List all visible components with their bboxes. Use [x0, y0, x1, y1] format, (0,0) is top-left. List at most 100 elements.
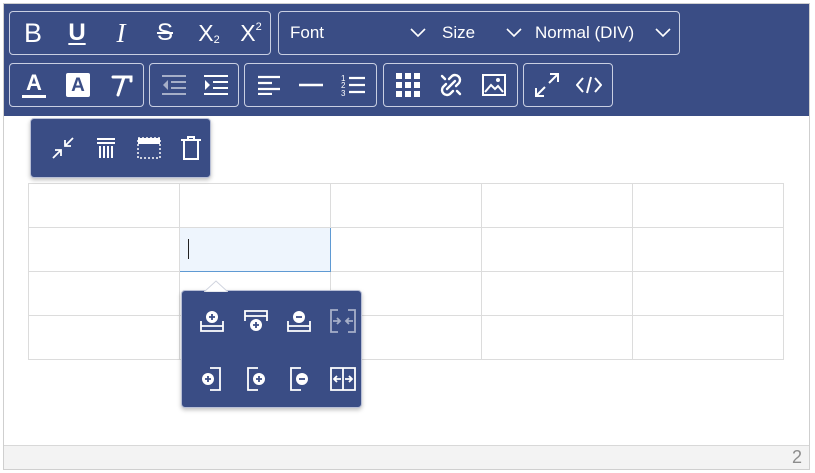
insert-row-above-icon: [200, 311, 224, 332]
shrink-table-button[interactable]: [43, 128, 83, 168]
block-format-select[interactable]: Normal (DIV): [535, 12, 671, 54]
indent-group: [149, 63, 239, 107]
insert-column-left-button[interactable]: [192, 359, 232, 399]
table-border-icon: [137, 137, 161, 159]
table-row: [28, 227, 784, 272]
table-button[interactable]: [388, 64, 428, 106]
table-cell[interactable]: [481, 315, 633, 360]
table-cell[interactable]: [481, 271, 633, 316]
unlink-icon: [440, 73, 462, 97]
size-select-label: Size: [442, 23, 476, 42]
table-cell[interactable]: [632, 271, 784, 316]
text-format-group: B U I S X2 X2: [9, 11, 271, 55]
table-cell[interactable]: [481, 227, 633, 272]
table-icon: [396, 73, 420, 97]
delete-table-button[interactable]: [171, 128, 211, 168]
source-code-icon: [576, 76, 602, 94]
table-border-button[interactable]: [129, 128, 169, 168]
unlink-button[interactable]: [431, 64, 471, 106]
table-popup: [30, 118, 211, 178]
table-cell[interactable]: [632, 315, 784, 360]
table-cell[interactable]: [28, 271, 180, 316]
toolbar: B U I S X2 X2 Font Size Normal (DIV) A A…: [4, 4, 809, 116]
insert-column-right-button[interactable]: [236, 359, 276, 399]
delete-row-button[interactable]: [279, 301, 319, 341]
block-format-select-label: Normal (DIV): [535, 23, 635, 42]
insert-column-left-icon: [202, 367, 221, 391]
insert-column-right-icon: [247, 367, 265, 391]
indent-icon: [204, 75, 228, 95]
image-icon: [482, 74, 506, 96]
strikethrough-button[interactable]: S: [146, 12, 184, 54]
chevron-down-icon: [410, 28, 426, 38]
source-code-button[interactable]: [569, 64, 609, 106]
bold-button[interactable]: B: [14, 12, 52, 54]
text-caret: [188, 239, 189, 259]
chevron-down-icon: [655, 28, 671, 38]
status-bar: 2: [4, 445, 809, 469]
insert-group: [383, 63, 518, 107]
image-button[interactable]: [474, 64, 514, 106]
outdent-icon: [162, 75, 186, 95]
split-cell-icon: [330, 367, 356, 391]
font-select[interactable]: Font: [290, 12, 426, 54]
table-cell[interactable]: [330, 227, 482, 272]
background-color-icon: A: [66, 73, 90, 97]
table-cell[interactable]: [179, 183, 331, 228]
size-select[interactable]: Size: [442, 12, 522, 54]
delete-table-icon: [181, 136, 201, 160]
clear-format-button[interactable]: [102, 64, 142, 106]
insert-row-below-button[interactable]: [236, 301, 276, 341]
character-count: 2: [791, 447, 802, 467]
active-table-cell[interactable]: [179, 227, 331, 272]
delete-column-button[interactable]: [279, 359, 319, 399]
horizontal-rule-button[interactable]: [291, 64, 331, 106]
table-cell[interactable]: [330, 183, 482, 228]
shrink-table-icon: [52, 137, 74, 159]
table-cell[interactable]: [28, 315, 180, 360]
table-row: [28, 271, 784, 316]
chevron-down-icon: [506, 28, 522, 38]
split-cell-button[interactable]: [323, 359, 363, 399]
fullscreen-icon: [535, 73, 559, 97]
table-cell[interactable]: [632, 183, 784, 228]
paragraph-group: 1 2 3: [244, 63, 377, 107]
underline-button[interactable]: U: [58, 12, 96, 54]
font-color-icon: A: [22, 72, 46, 98]
align-left-button[interactable]: [249, 64, 289, 106]
table-row: [28, 183, 784, 228]
table-row: [28, 315, 784, 360]
table-cell[interactable]: [28, 227, 180, 272]
cell-popup: [181, 280, 363, 408]
popup-arrow: [204, 280, 228, 292]
table-cell[interactable]: [632, 227, 784, 272]
style-select-group: Font Size Normal (DIV): [278, 11, 680, 55]
color-group: A A: [9, 63, 144, 107]
clear-format-icon: [111, 75, 133, 97]
delete-row-icon: [287, 311, 311, 332]
table-cell[interactable]: [481, 183, 633, 228]
table: [28, 183, 784, 360]
insert-row-below-icon: [244, 310, 268, 331]
font-color-button[interactable]: A: [14, 64, 54, 106]
table-style-button[interactable]: [86, 128, 126, 168]
align-left-icon: [258, 75, 280, 95]
indent-button[interactable]: [196, 64, 236, 106]
subscript-button[interactable]: X2: [190, 12, 228, 54]
delete-column-icon: [290, 367, 308, 391]
insert-row-above-button[interactable]: [192, 301, 232, 341]
outdent-button[interactable]: [154, 64, 194, 106]
table-style-icon: [97, 138, 115, 158]
merge-cells-button[interactable]: [323, 301, 363, 341]
table-cell[interactable]: [28, 183, 180, 228]
view-group: [523, 63, 613, 107]
ordered-list-icon: 1 2 3: [341, 74, 365, 97]
svg-text:3: 3: [341, 89, 346, 97]
ordered-list-button[interactable]: 1 2 3: [333, 64, 373, 106]
background-color-button[interactable]: A: [58, 64, 98, 106]
italic-button[interactable]: I: [102, 12, 140, 54]
font-select-label: Font: [290, 23, 325, 42]
merge-cells-icon: [330, 309, 356, 333]
fullscreen-button[interactable]: [527, 64, 567, 106]
superscript-button[interactable]: X2: [232, 12, 270, 54]
